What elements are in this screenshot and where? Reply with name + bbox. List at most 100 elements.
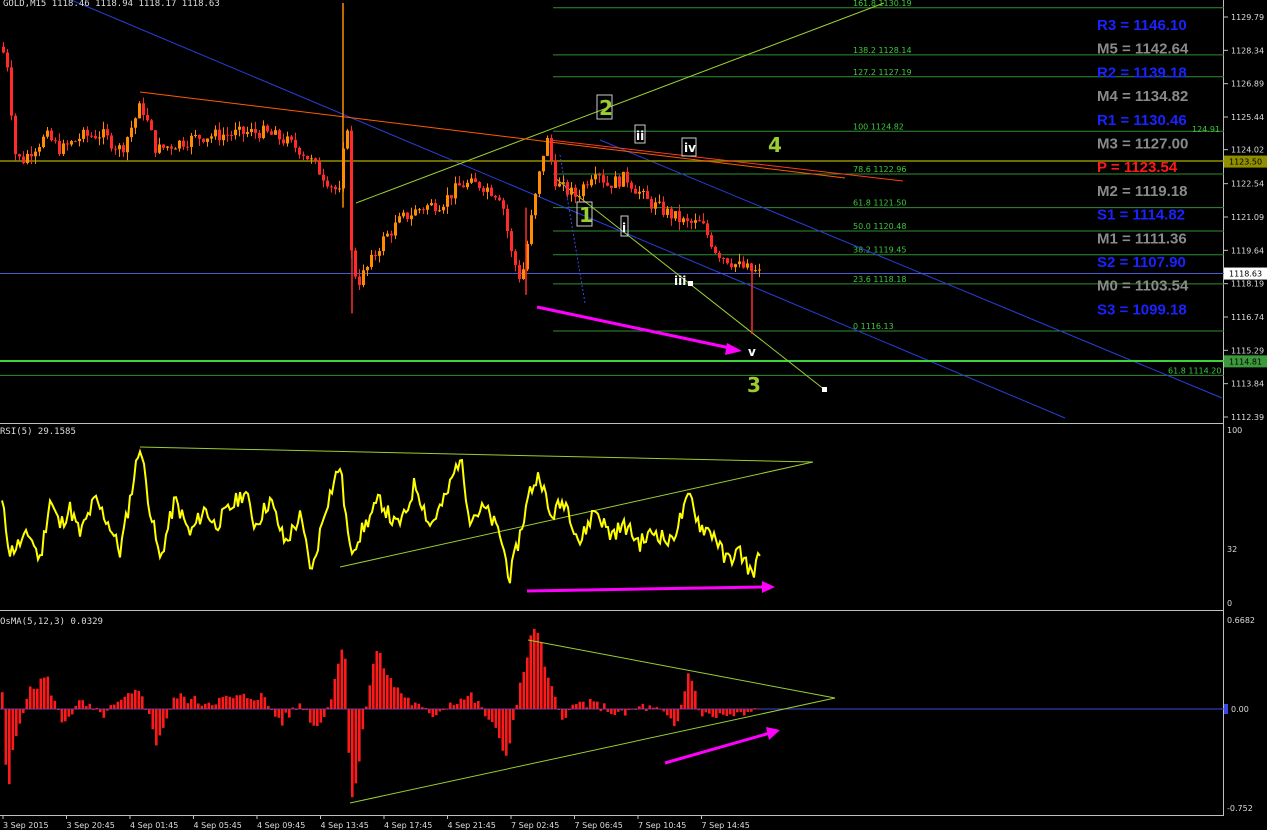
candle-body (234, 129, 237, 136)
candle-body (618, 176, 621, 187)
candle-body (514, 251, 517, 266)
osma-bar (326, 707, 330, 709)
rsi-title: RSI(5) 29.1585 (0, 427, 76, 437)
candle-body (482, 188, 485, 192)
price-tick-label: 1119.64 (1231, 246, 1264, 255)
candle-body (710, 235, 713, 247)
candle-body (74, 141, 77, 143)
osma-bar (708, 709, 711, 714)
wave-label-2: 2 (599, 96, 613, 120)
candle-body (170, 146, 173, 149)
candle-body (698, 220, 701, 222)
candle-body (374, 254, 377, 256)
candle-body (42, 136, 45, 148)
osma-bar (536, 632, 540, 709)
time-tick-label: 4 Sep 21:45 (448, 821, 496, 830)
osma-bar (627, 709, 631, 711)
candle-body (550, 138, 553, 161)
candle-body (78, 138, 81, 142)
candle-body (626, 171, 629, 183)
osma-bar (435, 709, 438, 716)
candle-body (674, 211, 677, 219)
candle-body (282, 139, 285, 144)
candle-body (362, 270, 365, 286)
candle-body (18, 154, 21, 157)
wave-label-v: v (748, 345, 756, 359)
candle-body (346, 130, 349, 149)
candle-body (306, 155, 309, 160)
candle-body (290, 136, 293, 140)
candle-body (310, 158, 313, 160)
pivot-level: M4 = 1134.82 (1097, 88, 1188, 105)
osma-bar (410, 705, 414, 709)
candle-body (742, 261, 745, 268)
osma-bar (85, 706, 88, 709)
candle-body (610, 185, 613, 188)
osma-bar (386, 674, 389, 709)
osma-bar (302, 709, 305, 711)
candle-body (478, 182, 481, 189)
osma-bar (81, 700, 85, 709)
osma-bar (22, 709, 25, 714)
candle-body (494, 195, 497, 198)
osma-bar (452, 705, 456, 709)
candle-body (54, 140, 57, 142)
time-tick-label: 4 Sep 13:45 (321, 821, 369, 830)
candle-body (258, 132, 261, 139)
candle-body (202, 138, 205, 142)
candle-body (586, 184, 589, 186)
osma-bar (428, 709, 431, 714)
candle-body (286, 136, 289, 144)
osma-bar (676, 709, 680, 722)
candle-body (442, 206, 445, 211)
candle-body (406, 212, 409, 220)
osma-bar (281, 709, 284, 726)
osma-bar (242, 693, 246, 709)
osma-bar (508, 709, 512, 744)
candle-body (2, 46, 5, 53)
candle-body (594, 174, 597, 180)
osma-bar (407, 697, 410, 709)
osma-bar (351, 709, 354, 798)
wave-label-3: 3 (747, 373, 761, 397)
osma-bar (417, 703, 421, 709)
osma-bar (487, 709, 491, 720)
candle-body (34, 151, 37, 157)
candle-body (246, 132, 249, 134)
candle-body (102, 129, 105, 138)
osma-bar (526, 657, 529, 709)
candle-body (466, 182, 469, 188)
candle-body (62, 143, 65, 155)
osma-bar (540, 641, 543, 709)
candle-body (630, 182, 633, 189)
osma-bar (519, 682, 522, 709)
candle-body (278, 130, 281, 140)
candle-body (150, 120, 153, 131)
candle-body (86, 129, 89, 136)
osma-bar (29, 686, 32, 709)
osma-bar (106, 709, 109, 711)
osma-bar (557, 709, 561, 710)
osma-bar (127, 693, 130, 709)
osma-bar (568, 709, 571, 710)
osma-bar (109, 705, 113, 709)
osma-bar (270, 709, 274, 710)
wave-label-iv: iv (684, 141, 696, 155)
osma-bar (543, 666, 547, 709)
candle-body (662, 201, 665, 215)
osma-bar (53, 700, 57, 709)
candle-body (382, 236, 385, 252)
osma-bar (718, 709, 722, 714)
candle-body (166, 146, 169, 148)
osma-bar (687, 673, 690, 709)
osma-bar (18, 709, 22, 724)
osma-bar (130, 693, 134, 709)
osma-bar (235, 695, 239, 709)
candle-body (30, 153, 33, 157)
price-tick-label: 1113.84 (1231, 380, 1264, 389)
osma-bar (403, 697, 407, 709)
candle-body (634, 188, 637, 194)
candle-body (358, 276, 361, 286)
osma-bar (200, 705, 204, 709)
osma-bar (123, 696, 127, 709)
